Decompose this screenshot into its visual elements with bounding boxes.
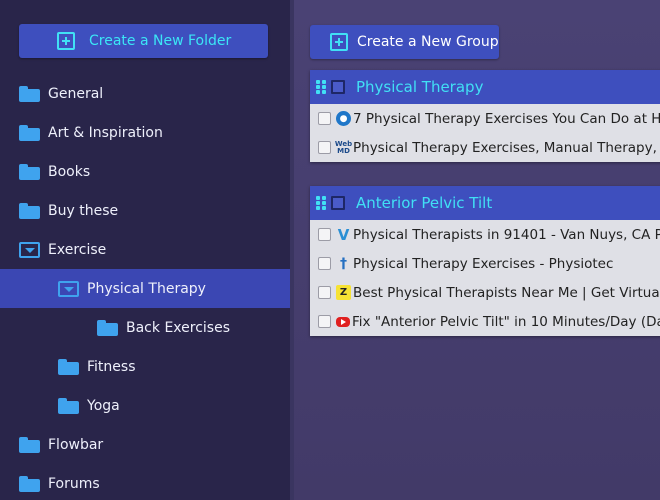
folder-icon — [19, 202, 40, 219]
sidebar-item[interactable]: Fitness — [0, 347, 290, 386]
sidebar-item-label: Flowbar — [48, 436, 104, 453]
sidebar-item-label: Books — [48, 163, 91, 180]
sidebar-item[interactable]: Exercise — [0, 230, 290, 269]
sidebar-item[interactable]: Buy these — [0, 191, 290, 230]
create-folder-button[interactable]: Create a New Folder — [19, 24, 268, 58]
sidebar-item-label: Buy these — [48, 202, 119, 219]
folder-icon — [19, 85, 40, 102]
group-title[interactable]: Physical Therapy — [356, 78, 483, 96]
sidebar-item-label: Physical Therapy — [87, 280, 206, 297]
folder-icon — [58, 358, 79, 375]
link-item[interactable]: V Physical Therapists in 91401 - Van Nuys… — [310, 220, 660, 249]
link-checkbox[interactable] — [318, 315, 331, 328]
drag-handle-icon[interactable] — [316, 80, 326, 94]
sidebar-item[interactable]: General — [0, 74, 290, 113]
sidebar-item-label: Back Exercises — [126, 319, 230, 336]
folder-icon — [19, 163, 40, 180]
folder-icon — [58, 397, 79, 414]
webmd-icon: Web MD — [334, 139, 353, 155]
link-item[interactable]: Web MD Physical Therapy Exercises, Manual … — [310, 133, 660, 162]
globe-icon: ● — [336, 111, 351, 126]
sidebar-item[interactable]: Flowbar — [0, 425, 290, 464]
groups-panel: Create a New Group Physical Therapy ● 7 Ph… — [294, 0, 660, 500]
sidebar-item[interactable]: Books — [0, 152, 290, 191]
link-title[interactable]: 7 Physical Therapy Exercises You Can Do … — [353, 111, 660, 127]
folder-icon — [19, 436, 40, 453]
link-item[interactable]: Fix "Anterior Pelvic Tilt" in 10 Minutes… — [310, 307, 660, 336]
create-group-label: Create a New Group — [357, 34, 499, 50]
physiotec-icon: † — [340, 255, 347, 272]
folder-icon — [97, 319, 118, 336]
sidebar-item[interactable]: Forums — [0, 464, 290, 500]
link-title[interactable]: Fix "Anterior Pelvic Tilt" in 10 Minutes… — [352, 314, 660, 330]
sidebar-item[interactable]: Yoga — [0, 386, 290, 425]
plus-square-icon — [330, 33, 348, 51]
folder-icon — [19, 475, 40, 492]
folder-open-icon — [19, 241, 40, 258]
folder-icon — [19, 124, 40, 141]
link-group: Physical Therapy ● 7 Physical Therapy Exer… — [310, 70, 660, 162]
link-item[interactable]: Z Best Physical Therapists Near Me | Get … — [310, 278, 660, 307]
folder-open-icon — [58, 280, 79, 297]
plus-square-icon — [57, 32, 75, 50]
link-checkbox[interactable] — [318, 228, 331, 241]
folder-sidebar: Create a New Folder General Art & Inspira… — [0, 0, 290, 500]
sidebar-item-label: General — [48, 85, 104, 102]
link-checkbox[interactable] — [318, 257, 331, 270]
sidebar-item-label: Art & Inspiration — [48, 124, 163, 141]
link-item[interactable]: † Physical Therapy Exercises - Physiotec — [310, 249, 660, 278]
link-checkbox[interactable] — [318, 286, 331, 299]
sidebar-item-label: Exercise — [48, 241, 107, 258]
link-item[interactable]: ● 7 Physical Therapy Exercises You Can Do… — [310, 104, 660, 133]
group-header[interactable]: Anterior Pelvic Tilt — [310, 186, 660, 220]
group-title[interactable]: Anterior Pelvic Tilt — [356, 194, 492, 212]
sidebar-item-label: Fitness — [87, 358, 136, 375]
link-title[interactable]: Best Physical Therapists Near Me | Get V… — [353, 285, 660, 301]
sidebar-item[interactable]: Back Exercises — [0, 308, 290, 347]
create-group-button[interactable]: Create a New Group — [310, 25, 499, 59]
link-group: Anterior Pelvic Tilt V Physical Therapists… — [310, 186, 660, 336]
link-checkbox[interactable] — [318, 112, 331, 125]
youtube-icon — [336, 316, 350, 327]
link-checkbox[interactable] — [318, 141, 331, 154]
link-title[interactable]: Physical Therapists in 91401 - Van Nuys,… — [353, 227, 660, 243]
sidebar-item[interactable]: Physical Therapy — [0, 269, 290, 308]
group-select-checkbox[interactable] — [331, 196, 345, 210]
sidebar-item[interactable]: Art & Inspiration — [0, 113, 290, 152]
link-title[interactable]: Physical Therapy Exercises, Manual Thera… — [353, 140, 660, 156]
group-header[interactable]: Physical Therapy — [310, 70, 660, 104]
link-title[interactable]: Physical Therapy Exercises - Physiotec — [353, 256, 613, 272]
group-select-checkbox[interactable] — [331, 80, 345, 94]
create-folder-label: Create a New Folder — [89, 33, 232, 49]
zocdoc-icon: Z — [336, 285, 351, 300]
sidebar-item-label: Forums — [48, 475, 100, 492]
v-logo-icon: V — [337, 225, 350, 244]
drag-handle-icon[interactable] — [316, 196, 326, 210]
sidebar-item-label: Yoga — [87, 397, 120, 414]
